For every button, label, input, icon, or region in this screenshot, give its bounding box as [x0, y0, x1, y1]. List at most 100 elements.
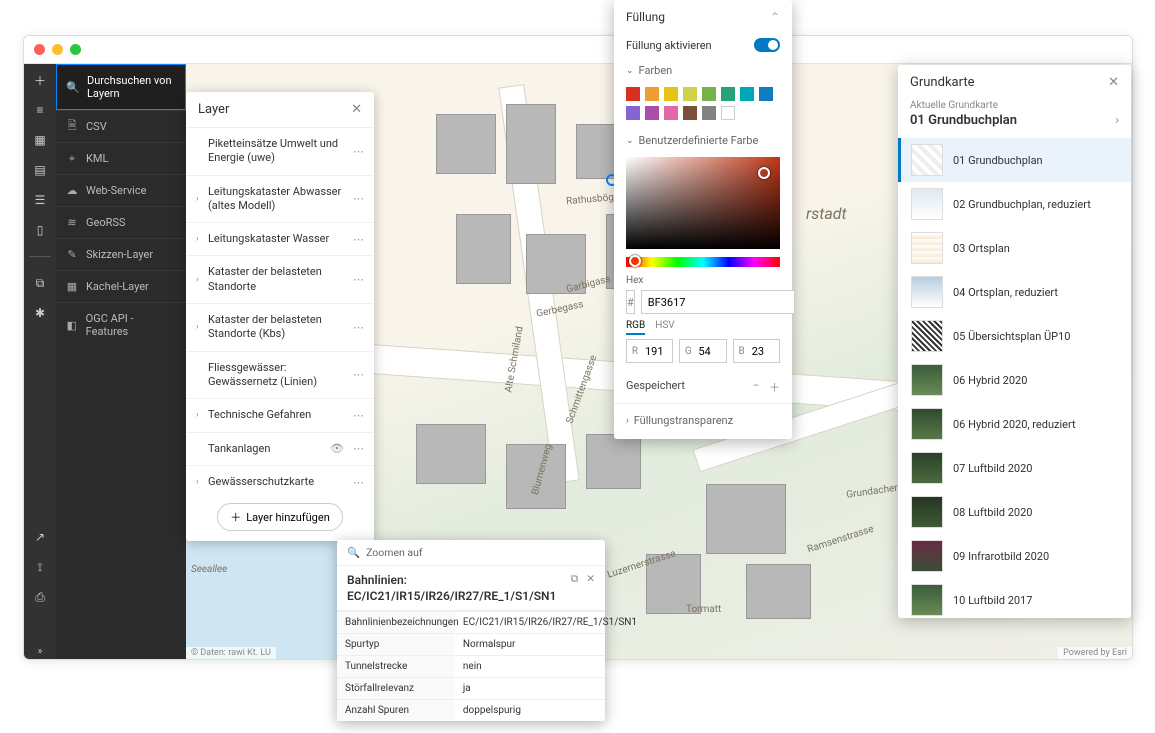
- zoom-icon[interactable]: 🔍: [347, 546, 360, 559]
- color-swatch[interactable]: [664, 87, 678, 101]
- saturation-picker[interactable]: [626, 157, 780, 249]
- layer-row[interactable]: › Kataster der belasteten Standorte ⋯: [186, 256, 374, 304]
- layer-row[interactable]: › Gewässerschutzkarte ⋯: [186, 466, 374, 493]
- layers-icon[interactable]: ≡: [32, 102, 48, 118]
- basemap-thumbnail: [911, 540, 943, 572]
- close-icon[interactable]: ✕: [351, 102, 362, 117]
- color-swatch[interactable]: [721, 87, 735, 101]
- chevron-right-icon[interactable]: ›: [1115, 113, 1119, 128]
- chevron-down-icon[interactable]: ⌄: [626, 136, 634, 146]
- color-swatch[interactable]: [702, 106, 716, 120]
- basemap-item[interactable]: 07 Luftbild 2020: [898, 446, 1131, 490]
- hex-input[interactable]: [641, 290, 795, 314]
- submenu-csv[interactable]: 🗎CSV: [56, 110, 186, 142]
- basemap-item[interactable]: 01 Grundbuchplan: [898, 138, 1131, 182]
- more-icon[interactable]: ⋯: [350, 233, 368, 246]
- color-swatch[interactable]: [645, 106, 659, 120]
- tab-rgb[interactable]: RGB: [626, 320, 645, 335]
- dock-icon[interactable]: ⧉: [571, 572, 579, 586]
- add-icon[interactable]: ＋: [32, 72, 48, 88]
- more-icon[interactable]: ⋯: [350, 192, 368, 205]
- color-swatch[interactable]: [645, 87, 659, 101]
- basemap-thumbnail: [911, 188, 943, 220]
- add-saved-button[interactable]: ＋: [769, 379, 780, 395]
- more-icon[interactable]: ⋯: [350, 476, 368, 489]
- visibility-icon[interactable]: 👁: [330, 442, 344, 455]
- color-swatch[interactable]: [721, 106, 735, 120]
- list-icon[interactable]: ☰: [32, 192, 48, 208]
- basemap-item[interactable]: 03 Ortsplan: [898, 226, 1131, 270]
- layer-row[interactable]: Tankanlagen 👁 ⋯: [186, 433, 374, 466]
- basemap-item[interactable]: 08 Luftbild 2020: [898, 490, 1131, 534]
- basemap-item[interactable]: 09 Infrarotbild 2020: [898, 534, 1131, 578]
- b-label: B: [734, 346, 750, 357]
- basemap-item[interactable]: 06 Hybrid 2020, reduziert: [898, 402, 1131, 446]
- more-icon[interactable]: ⋯: [350, 145, 368, 158]
- hue-slider[interactable]: [626, 257, 780, 267]
- search-layers-row[interactable]: 🔍 Durchsuchen von Layern: [56, 64, 186, 110]
- basemap-item[interactable]: 05 Übersichtsplan ÜP10: [898, 314, 1131, 358]
- basemap-item[interactable]: 06 Hybrid 2020: [898, 358, 1131, 402]
- basemap-item[interactable]: 04 Ortsplan, reduziert: [898, 270, 1131, 314]
- remove-saved-button[interactable]: −: [753, 379, 759, 395]
- more-icon[interactable]: ⋯: [350, 409, 368, 422]
- tab-hsv[interactable]: HSV: [655, 320, 674, 335]
- add-layer-button[interactable]: ＋ Layer hinzufügen: [217, 503, 343, 531]
- color-swatch[interactable]: [683, 106, 697, 120]
- color-swatch[interactable]: [702, 87, 716, 101]
- layer-row[interactable]: › Leitungskataster Wasser ⋯: [186, 223, 374, 256]
- print-icon[interactable]: ⎙: [32, 589, 48, 605]
- fill-activate-toggle[interactable]: [754, 38, 780, 52]
- basemap-item[interactable]: 02 Grundbuchplan, reduziert: [898, 182, 1131, 226]
- chevron-right-icon: ›: [196, 234, 204, 244]
- submenu-sketch[interactable]: ✎Skizzen-Layer: [56, 238, 186, 270]
- chevron-down-icon[interactable]: ⌄: [626, 66, 634, 76]
- submenu-georss[interactable]: ≋GeoRSS: [56, 206, 186, 238]
- export-icon[interactable]: ↗: [32, 529, 48, 545]
- layer-row[interactable]: Fliessgewässer: Gewässernetz (Linien) ⋯: [186, 352, 374, 400]
- popup-field-value: nein: [455, 655, 605, 677]
- widget-icon[interactable]: ▤: [32, 162, 48, 178]
- color-swatch[interactable]: [626, 87, 640, 101]
- measure-icon[interactable]: ⟟: [32, 559, 48, 575]
- submenu-tile[interactable]: ▦Kachel-Layer: [56, 270, 186, 302]
- layer-row[interactable]: › Kataster der belasteten Standorte (Kbs…: [186, 304, 374, 352]
- maximize-dot[interactable]: [70, 44, 81, 55]
- zoom-label[interactable]: Zoomen auf: [366, 546, 423, 559]
- bookmark-icon[interactable]: ▯: [32, 222, 48, 238]
- r-input[interactable]: [643, 345, 672, 358]
- settings-icon[interactable]: ✱: [32, 305, 48, 321]
- layer-row[interactable]: Piketteinsätze Umwelt und Energie (uwe) …: [186, 128, 374, 176]
- layer-row[interactable]: › Leitungskataster Abwasser (altes Model…: [186, 176, 374, 224]
- submenu-ogc[interactable]: ◧OGC API - Features: [56, 302, 186, 347]
- search-layers-label: Durchsuchen von Layern: [87, 74, 175, 100]
- g-input[interactable]: [696, 345, 725, 358]
- chevron-right-icon: ›: [196, 275, 204, 285]
- chevron-up-icon[interactable]: ⌃: [770, 10, 780, 24]
- submenu-web-service[interactable]: ☁Web-Service: [56, 174, 186, 206]
- hue-handle[interactable]: [629, 255, 641, 267]
- close-icon[interactable]: ✕: [586, 572, 595, 586]
- close-dot[interactable]: [34, 44, 45, 55]
- more-icon[interactable]: ⋯: [350, 442, 368, 455]
- color-swatch[interactable]: [759, 87, 773, 101]
- chevron-right-icon[interactable]: ›: [626, 416, 629, 426]
- picker-handle[interactable]: [758, 167, 770, 179]
- color-swatch[interactable]: [683, 87, 697, 101]
- popup-title-line2: EC/IC21/IR15/IR26/IR27/RE_1/S1/SN1: [347, 588, 595, 604]
- expand-rail-icon[interactable]: »: [32, 643, 48, 659]
- color-swatch[interactable]: [740, 87, 754, 101]
- submenu-kml[interactable]: ⌖KML: [56, 142, 186, 174]
- layer-row[interactable]: › Technische Gefahren ⋯: [186, 399, 374, 432]
- color-swatch[interactable]: [664, 106, 678, 120]
- basemap-item[interactable]: 10 Luftbild 2017: [898, 578, 1131, 618]
- table-icon[interactable]: ▦: [32, 132, 48, 148]
- b-input[interactable]: [750, 345, 779, 358]
- more-icon[interactable]: ⋯: [350, 321, 368, 334]
- color-swatch[interactable]: [626, 106, 640, 120]
- close-icon[interactable]: ✕: [1108, 75, 1119, 90]
- filter-icon[interactable]: ⧉: [32, 275, 48, 291]
- more-icon[interactable]: ⋯: [350, 368, 368, 381]
- more-icon[interactable]: ⋯: [350, 273, 368, 286]
- minimize-dot[interactable]: [52, 44, 63, 55]
